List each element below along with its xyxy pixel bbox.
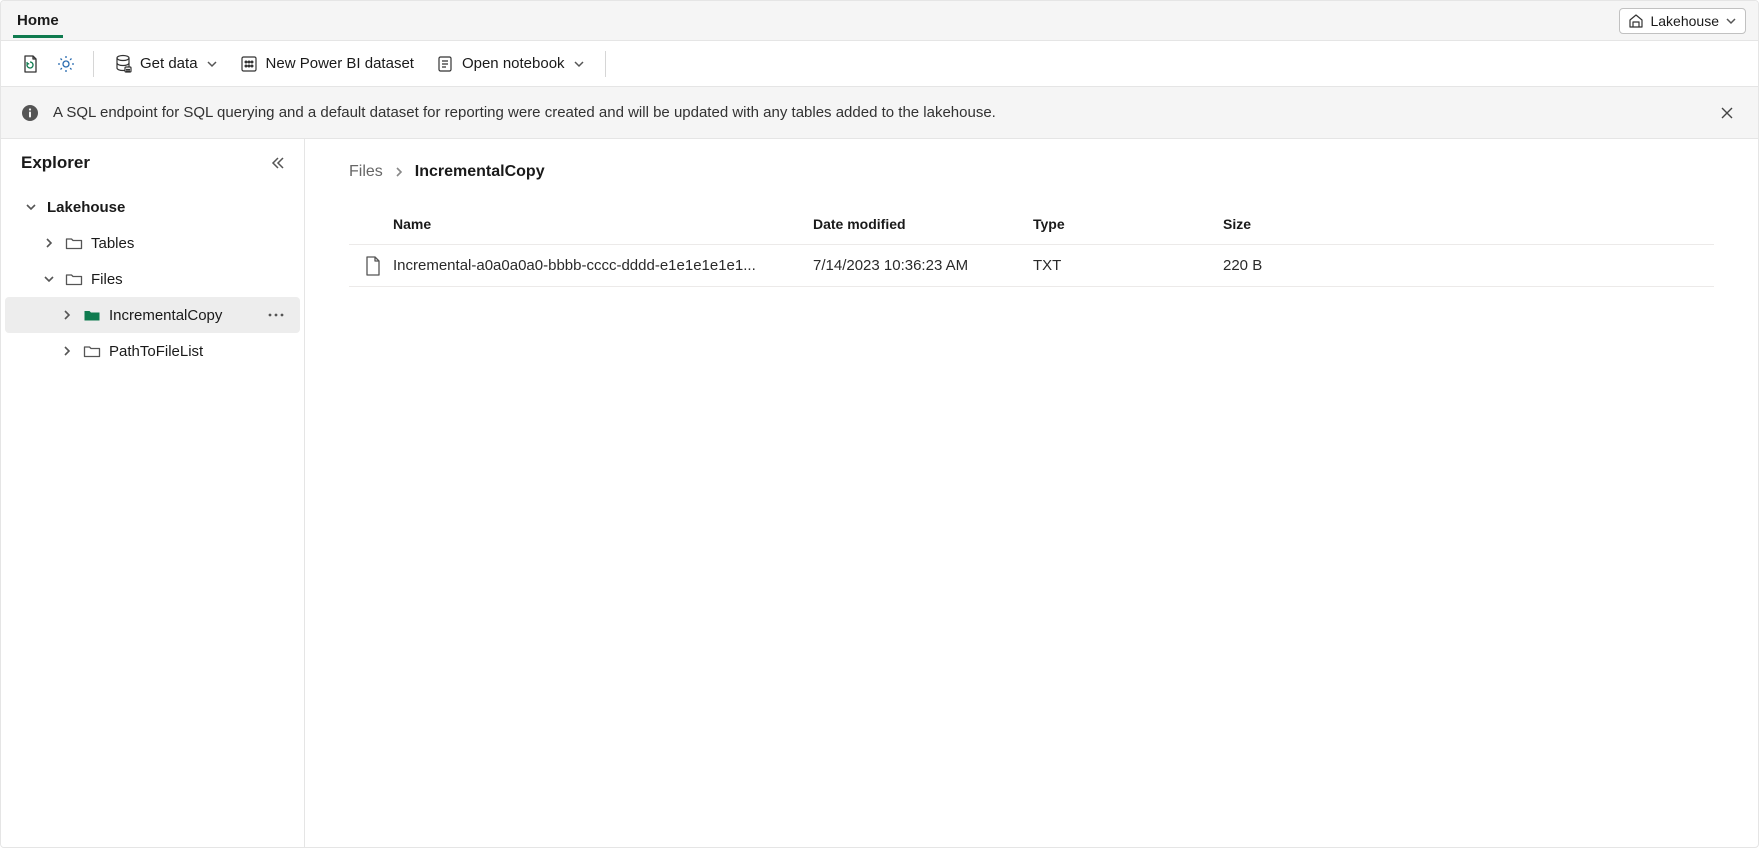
close-icon <box>1720 106 1734 120</box>
tree-item-label: Tables <box>91 235 292 252</box>
database-icon <box>114 54 132 74</box>
info-message: A SQL endpoint for SQL querying and a de… <box>53 104 996 121</box>
cell-date-modified: 7/14/2023 10:36:23 AM <box>813 257 1033 274</box>
notebook-icon <box>436 55 454 73</box>
info-close-button[interactable] <box>1716 102 1738 124</box>
open-notebook-label: Open notebook <box>462 55 565 72</box>
refresh-icon <box>21 54 39 74</box>
tree-item-tables[interactable]: Tables <box>5 225 300 261</box>
refresh-button[interactable] <box>17 51 43 77</box>
gear-icon <box>56 54 76 74</box>
open-notebook-button[interactable]: Open notebook <box>430 51 591 77</box>
tree-item-label: PathToFileList <box>109 343 292 360</box>
col-header-date-modified[interactable]: Date modified <box>813 216 1033 232</box>
folder-icon <box>83 344 101 359</box>
info-icon <box>21 104 39 122</box>
breadcrumb-parent[interactable]: Files <box>349 163 383 181</box>
col-header-size[interactable]: Size <box>1223 216 1423 232</box>
tree-item-pathtofilelist[interactable]: PathToFileList <box>5 333 300 369</box>
chevron-down-icon <box>43 273 55 285</box>
info-bar: A SQL endpoint for SQL querying and a de… <box>1 87 1758 139</box>
tree-item-files[interactable]: Files <box>5 261 300 297</box>
new-dataset-label: New Power BI dataset <box>266 55 414 72</box>
chevron-right-icon <box>61 345 73 357</box>
chevron-down-icon <box>573 58 585 70</box>
tree-root-lakehouse[interactable]: Lakehouse <box>5 189 300 225</box>
cell-name: Incremental-a0a0a0a0-bbbb-cccc-dddd-e1e1… <box>393 257 813 274</box>
file-icon <box>365 256 381 276</box>
table-header-row: Name Date modified Type Size <box>349 203 1714 245</box>
toolbar-divider <box>93 51 94 77</box>
dataset-icon <box>240 55 258 73</box>
cell-type: TXT <box>1033 257 1223 274</box>
breadcrumb: Files IncrementalCopy <box>349 163 1714 181</box>
get-data-button[interactable]: Get data <box>108 50 224 78</box>
tree-item-more-button[interactable] <box>260 313 292 317</box>
tree-item-label: Files <box>91 271 292 288</box>
more-icon <box>268 313 284 317</box>
col-header-name[interactable]: Name <box>393 216 813 232</box>
explorer-tree: Lakehouse Tables Files IncrementalCopy <box>1 181 304 377</box>
chevron-down-icon <box>1725 15 1737 27</box>
header: Home Lakehouse <box>1 1 1758 41</box>
col-header-type[interactable]: Type <box>1033 216 1223 232</box>
get-data-label: Get data <box>140 55 198 72</box>
folder-open-icon <box>83 308 101 323</box>
chevron-double-left-icon <box>270 155 286 171</box>
tree-root-label: Lakehouse <box>47 199 292 216</box>
mode-selector[interactable]: Lakehouse <box>1619 8 1746 34</box>
toolbar: Get data New Power BI dataset Open noteb… <box>1 41 1758 87</box>
chevron-right-icon <box>61 309 73 321</box>
explorer-panel: Explorer Lakehouse Tables F <box>1 139 305 847</box>
breadcrumb-separator <box>393 166 405 178</box>
breadcrumb-current: IncrementalCopy <box>415 163 545 181</box>
chevron-right-icon <box>43 237 55 249</box>
new-dataset-button[interactable]: New Power BI dataset <box>234 51 420 77</box>
tree-item-label: IncrementalCopy <box>109 307 252 324</box>
content-area: Files IncrementalCopy Name Date modified… <box>305 139 1758 847</box>
folder-icon <box>65 272 83 287</box>
toolbar-divider <box>605 51 606 77</box>
explorer-title: Explorer <box>21 153 90 173</box>
collapse-panel-button[interactable] <box>266 151 290 175</box>
chevron-right-icon <box>393 166 405 178</box>
table-row[interactable]: Incremental-a0a0a0a0-bbbb-cccc-dddd-e1e1… <box>349 245 1714 287</box>
folder-icon <box>65 236 83 251</box>
tab-home[interactable]: Home <box>13 4 63 38</box>
chevron-down-icon <box>206 58 218 70</box>
settings-button[interactable] <box>53 51 79 77</box>
lakehouse-icon <box>1628 13 1644 29</box>
chevron-down-icon <box>25 201 37 213</box>
mode-label: Lakehouse <box>1650 13 1719 29</box>
tree-item-incrementalcopy[interactable]: IncrementalCopy <box>5 297 300 333</box>
cell-size: 220 B <box>1223 257 1423 274</box>
